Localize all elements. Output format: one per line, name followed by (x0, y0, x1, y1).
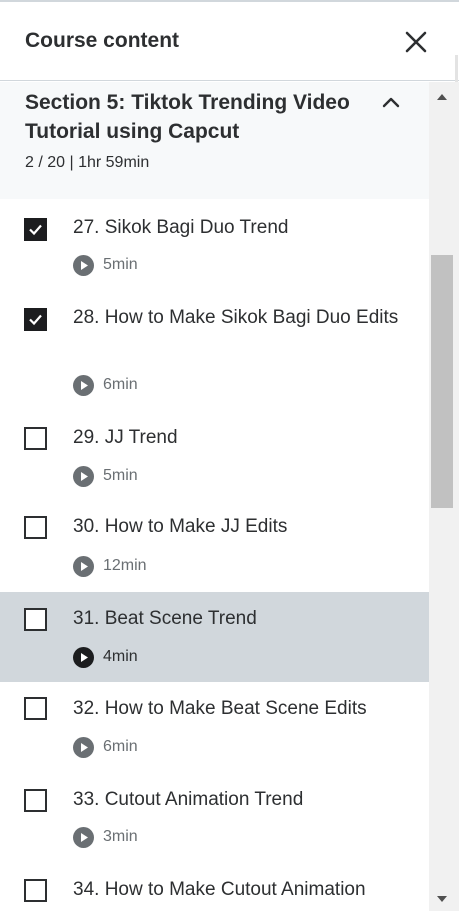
lecture-title: 31. Beat Scene Trend (73, 608, 257, 629)
play-icon (73, 556, 94, 577)
play-icon (73, 827, 94, 848)
play-icon (73, 466, 94, 487)
section-progress: 2 / 20 | 1hr 59min (25, 154, 150, 171)
lecture-title: 30. How to Make JJ Edits (73, 516, 288, 537)
lecture-item[interactable]: 34. How to Make Cutout Animation (0, 863, 429, 911)
lecture-checkbox[interactable] (24, 516, 47, 539)
lecture-checkbox[interactable] (24, 608, 47, 631)
lecture-checkbox[interactable] (24, 697, 47, 720)
lecture-duration: 5min (103, 467, 138, 484)
lecture-item[interactable]: 30. How to Make JJ Edits 12min (0, 501, 429, 592)
lecture-title: 27. Sikok Bagi Duo Trend (73, 217, 289, 238)
lecture-item[interactable]: 27. Sikok Bagi Duo Trend 5min (0, 199, 429, 290)
lecture-title: 28. How to Make Sikok Bagi Duo Edits (73, 307, 399, 328)
lecture-checkbox[interactable] (24, 308, 47, 331)
play-icon (73, 737, 94, 758)
lecture-title: 33. Cutout Animation Trend (73, 789, 304, 810)
lecture-duration: 6min (103, 376, 138, 393)
lecture-title: 29. JJ Trend (73, 427, 178, 448)
lecture-duration: 4min (103, 648, 138, 665)
lecture-item[interactable]: 28. How to Make Sikok Bagi Duo Edits 6mi… (0, 290, 429, 410)
play-icon (73, 255, 94, 276)
scroll-up-arrow-icon[interactable] (434, 90, 450, 102)
section-title: Section 5: Tiktok Trending Video Tutoria… (25, 91, 350, 143)
close-icon (405, 31, 427, 53)
lecture-duration: 6min (103, 738, 138, 755)
close-button[interactable] (400, 26, 432, 58)
lecture-checkbox[interactable] (24, 218, 47, 241)
scroll-down-arrow-icon[interactable] (434, 893, 450, 905)
lecture-title: 34. How to Make Cutout Animation (73, 879, 366, 900)
lecture-title: 32. How to Make Beat Scene Edits (73, 698, 367, 719)
lecture-duration: 12min (103, 557, 147, 574)
play-icon (73, 375, 94, 396)
lecture-duration: 5min (103, 256, 138, 273)
scrollbar-thumb[interactable] (431, 255, 453, 508)
lecture-item[interactable]: 33. Cutout Animation Trend 3min (0, 773, 429, 863)
lecture-item[interactable]: 32. How to Make Beat Scene Edits 6min (0, 682, 429, 773)
checkmark-icon (29, 224, 42, 236)
chevron-up-icon[interactable] (380, 92, 402, 114)
lecture-checkbox[interactable] (24, 427, 47, 450)
lecture-item-active[interactable]: 31. Beat Scene Trend 4min (0, 592, 429, 682)
panel-title: Course content (25, 29, 180, 52)
lecture-item[interactable]: 29. JJ Trend 5min (0, 410, 429, 501)
section-header[interactable]: Section 5: Tiktok Trending Video Tutoria… (0, 82, 429, 199)
curriculum-list: Section 5: Tiktok Trending Video Tutoria… (0, 82, 429, 911)
lecture-checkbox[interactable] (24, 789, 47, 812)
checkmark-icon (29, 314, 42, 326)
lecture-duration: 3min (103, 828, 138, 845)
panel-header: Course content (0, 2, 459, 81)
play-icon (73, 647, 94, 668)
lecture-checkbox[interactable] (24, 879, 47, 902)
course-content-panel: Course content Section 5: Tiktok Trendin… (0, 0, 459, 911)
